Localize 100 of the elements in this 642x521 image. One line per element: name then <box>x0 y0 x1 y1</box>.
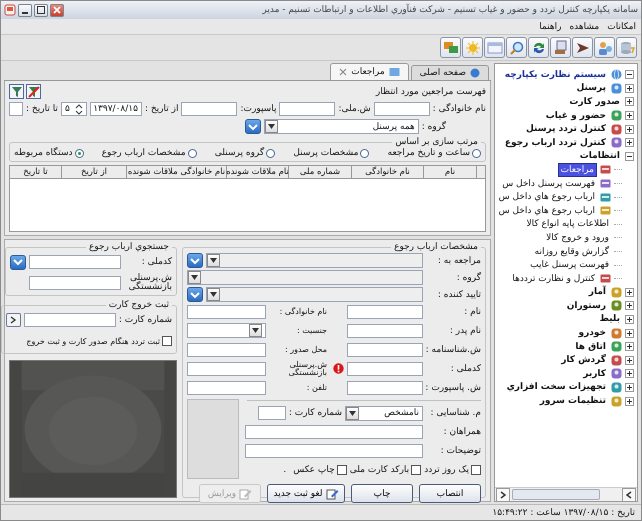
input-field[interactable] <box>347 324 423 338</box>
radio-option[interactable]: مشخصات پرسنل <box>293 148 370 158</box>
action-button[interactable]: انتصاب <box>419 484 481 503</box>
tree-item[interactable]: کنترل تردد ارباب رجوع <box>502 136 608 149</box>
tree-item[interactable]: تنظیمات سرور <box>538 395 608 408</box>
tree-item[interactable]: گزارش وقایع روزانه <box>532 246 611 258</box>
tree-item[interactable]: حضور و غیاب <box>544 110 608 122</box>
dropdown-field[interactable] <box>187 270 423 285</box>
group-select[interactable]: همه پرسنل <box>264 119 419 134</box>
expand-toggle[interactable] <box>625 152 634 161</box>
tree-item[interactable]: ارباب رجوع هاي داخل س <box>496 191 597 204</box>
input-field[interactable] <box>245 444 423 458</box>
action-button[interactable]: لغو ثبت جدید <box>267 484 345 503</box>
expand-toggle[interactable] <box>625 84 634 93</box>
lookup-button[interactable] <box>244 119 261 134</box>
checkbox-option[interactable]: چاپ عکس <box>293 465 347 475</box>
id-type-select[interactable]: نامشخص <box>345 406 423 420</box>
expand-toggle[interactable] <box>625 288 634 297</box>
tree-item[interactable]: گردش کار <box>559 354 608 366</box>
expand-toggle[interactable] <box>625 328 634 338</box>
expand-toggle[interactable] <box>625 396 634 406</box>
filter-button[interactable] <box>9 84 24 99</box>
date-field[interactable]: ۱۳۹۷/۰۸/۱۵ <box>90 102 142 116</box>
radio-option[interactable]: دستگاه مربوطه <box>14 148 84 158</box>
lookup-button[interactable] <box>10 254 26 270</box>
tree-item[interactable]: آمار <box>586 286 608 298</box>
dropdown-field[interactable] <box>187 323 266 338</box>
expand-toggle[interactable] <box>625 124 634 134</box>
radio-option[interactable]: مشخصات ارباب رجوع <box>102 148 197 158</box>
tree-item[interactable]: ارباب رجوع هاي داخل س <box>496 204 597 217</box>
input-field[interactable] <box>279 102 336 116</box>
go-button[interactable] <box>6 313 21 327</box>
radio-option[interactable]: گروه پرسنلی <box>214 148 276 158</box>
expand-toggle[interactable] <box>625 97 634 106</box>
collapse-toggle[interactable] <box>625 70 634 80</box>
menu-item[interactable]: امکانات <box>607 22 636 32</box>
input-field[interactable] <box>187 362 266 376</box>
checkbox-option[interactable]: بارکد کارت ملی <box>350 465 422 475</box>
tree-item[interactable]: فهرست پرسنل غایب <box>528 259 611 272</box>
input-field[interactable] <box>24 313 116 327</box>
checkbox[interactable] <box>162 336 172 346</box>
lookup-button[interactable] <box>187 287 203 302</box>
input-field[interactable] <box>347 380 423 394</box>
tab[interactable]: صفحه اصلی <box>410 65 489 80</box>
toolbar-button[interactable] <box>572 37 593 58</box>
tree-item[interactable]: ورود و خروج کالا <box>544 232 611 244</box>
tree-item[interactable]: کنترل تردد پرسنل <box>524 123 608 136</box>
days-spinner[interactable]: ۵ <box>60 102 87 116</box>
tab[interactable]: مراجعات <box>330 63 409 80</box>
clear-filter-button[interactable] <box>26 84 41 99</box>
toolbar-button[interactable] <box>528 37 549 58</box>
expand-toggle[interactable] <box>625 301 634 310</box>
tree-item[interactable]: سیستم نظارت یکپارچه <box>502 68 608 81</box>
input-field[interactable] <box>181 102 238 116</box>
lookup-button[interactable] <box>187 253 203 268</box>
expand-toggle[interactable] <box>625 342 634 352</box>
dropdown-field[interactable] <box>206 253 423 268</box>
tree-item[interactable]: رستوران <box>564 300 608 312</box>
tree-item[interactable]: خودرو <box>576 327 608 340</box>
maximize-button[interactable] <box>34 4 48 16</box>
close-button[interactable] <box>50 4 64 16</box>
input-field[interactable] <box>9 102 24 116</box>
tree-item[interactable]: اطلاعات پایه انواع کالا <box>524 218 611 230</box>
close-icon[interactable] <box>339 68 348 76</box>
tree-item[interactable]: انتظامات <box>578 150 622 162</box>
tree-item[interactable]: کاربر <box>581 368 608 380</box>
minimize-button[interactable] <box>18 4 32 16</box>
tree-item[interactable]: تجهیزات سخت افزاري <box>504 381 608 394</box>
tree-item[interactable]: فهرست پرسنل داخل س <box>500 178 597 190</box>
input-field[interactable] <box>187 304 266 318</box>
input-field[interactable] <box>347 342 423 356</box>
checkbox-option[interactable]: یک روز تردد <box>424 465 481 475</box>
expand-toggle[interactable] <box>625 356 634 365</box>
checkbox-option[interactable]: ثبت تردد هنگام صدور کارت و ثبت خروج <box>26 336 172 346</box>
input-field[interactable] <box>29 255 121 269</box>
input-field[interactable] <box>29 276 121 290</box>
expand-toggle[interactable] <box>625 369 634 378</box>
dropdown-field[interactable] <box>206 287 423 302</box>
input-field[interactable] <box>347 362 423 376</box>
input-field[interactable] <box>187 342 266 356</box>
expand-toggle[interactable] <box>625 138 634 148</box>
menu-item[interactable]: راهنما <box>539 22 562 32</box>
tree-item[interactable]: مراجعات <box>558 162 597 177</box>
checkbox[interactable] <box>411 465 422 475</box>
tree-item[interactable]: کنترل و نظارت ترددها <box>510 272 597 285</box>
checkbox[interactable] <box>336 465 347 475</box>
input-field[interactable] <box>258 406 286 420</box>
input-field[interactable] <box>245 425 423 439</box>
expand-toggle[interactable] <box>625 382 634 392</box>
tree-item[interactable]: بلیط <box>598 313 622 326</box>
expand-toggle[interactable] <box>625 111 634 120</box>
radio-option[interactable]: ساعت و تاریخ مراجعه <box>388 148 481 158</box>
expand-toggle[interactable] <box>625 314 634 324</box>
checkbox[interactable] <box>471 465 481 475</box>
horizontal-scrollbar[interactable] <box>495 487 637 501</box>
toolbar-button[interactable] <box>506 37 527 58</box>
input-field[interactable] <box>187 380 266 394</box>
action-button[interactable]: چاپ <box>351 484 413 503</box>
tree-item[interactable]: پرسنل <box>574 82 608 94</box>
menu-item[interactable]: مشاهده <box>569 22 600 32</box>
